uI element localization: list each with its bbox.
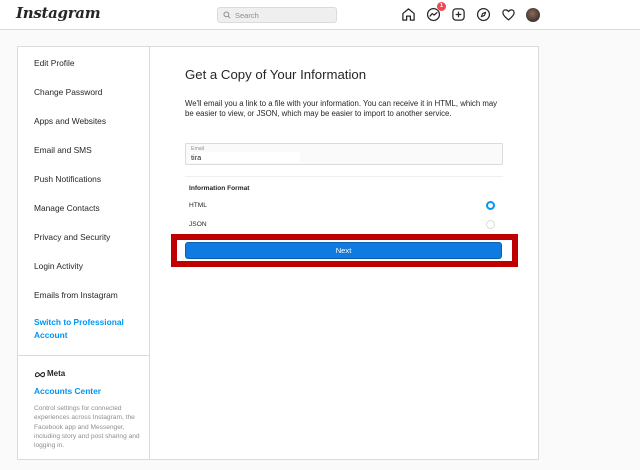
meta-accounts-block: Meta Accounts Center Control settings fo…: [18, 355, 149, 459]
home-icon[interactable]: [401, 7, 416, 22]
sidebar-item-apps-websites[interactable]: Apps and Websites: [34, 116, 106, 126]
search-icon: [223, 11, 231, 19]
format-option-json-radio[interactable]: [486, 220, 495, 229]
explore-icon[interactable]: [476, 7, 491, 22]
accounts-center-link[interactable]: Accounts Center: [34, 386, 101, 396]
settings-sidebar: Edit Profile Change Password Apps and We…: [18, 47, 150, 459]
search-box[interactable]: [217, 7, 337, 23]
notification-badge: 1: [437, 2, 446, 11]
sidebar-item-edit-profile[interactable]: Edit Profile: [34, 58, 75, 68]
sidebar-item-change-password[interactable]: Change Password: [34, 87, 102, 97]
format-option-html-label[interactable]: HTML: [189, 202, 207, 209]
profile-avatar[interactable]: [526, 8, 540, 22]
email-field-value[interactable]: tira: [190, 152, 300, 163]
meta-logo: Meta: [34, 369, 65, 378]
format-option-html-radio[interactable]: [486, 201, 495, 210]
nav-icons: 1: [401, 2, 550, 22]
accounts-center-description: Control settings for connected experienc…: [34, 405, 140, 450]
switch-professional-line2: Account: [34, 330, 68, 340]
switch-professional-line1: Switch to Professional: [34, 317, 124, 327]
meta-logo-text: Meta: [47, 369, 66, 378]
next-button[interactable]: Next: [185, 242, 502, 259]
search-input[interactable]: [235, 10, 335, 20]
section-divider: [185, 176, 503, 177]
messenger-icon[interactable]: 1: [426, 2, 446, 22]
page-title: Get a Copy of Your Information: [185, 67, 367, 82]
sidebar-item-email-sms[interactable]: Email and SMS: [34, 145, 92, 155]
sidebar-item-emails-from-instagram[interactable]: Emails from Instagram: [34, 290, 118, 300]
email-field[interactable]: Email tira: [185, 143, 503, 165]
sidebar-item-switch-professional[interactable]: Switch to Professional Account: [34, 316, 134, 342]
new-post-icon[interactable]: [451, 7, 466, 22]
format-option-json-label[interactable]: JSON: [189, 221, 207, 228]
heart-icon[interactable]: [501, 7, 516, 22]
sidebar-item-push-notifications[interactable]: Push Notifications: [34, 174, 101, 184]
information-format-title: Information Format: [189, 185, 250, 192]
page-description: We'll email you a link to a file with yo…: [185, 99, 498, 119]
sidebar-item-privacy-security[interactable]: Privacy and Security: [34, 232, 110, 242]
sidebar-item-login-activity[interactable]: Login Activity: [34, 261, 83, 271]
sidebar-item-manage-contacts[interactable]: Manage Contacts: [34, 203, 100, 213]
meta-infinity-icon: [34, 371, 46, 377]
instagram-logo[interactable]: Instagram: [16, 4, 101, 22]
top-nav-bar: Instagram 1: [0, 0, 640, 30]
